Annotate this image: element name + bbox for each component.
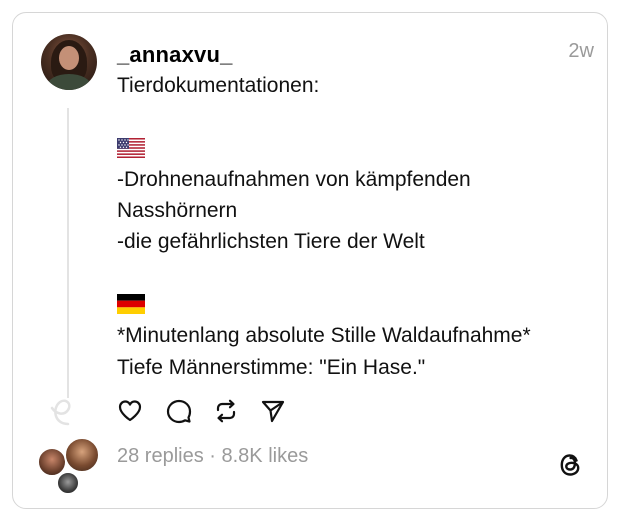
post-stats[interactable]: 28 replies · 8.8K likes xyxy=(117,445,308,468)
post-text: Tierdokumentationen: -Drohnenaufnahmen v… xyxy=(117,70,587,383)
post-line: -die gefährlichsten Tiere der Welt xyxy=(117,230,425,254)
repost-icon[interactable] xyxy=(213,398,239,424)
post-line: Tiefe Männerstimme: "Ein Hase." xyxy=(117,355,426,379)
post-line xyxy=(117,258,587,289)
threads-logo-icon xyxy=(560,454,580,476)
post-line xyxy=(117,101,587,132)
post-line: Nasshörnern xyxy=(117,199,238,223)
post-line: Tierdokumentationen: xyxy=(117,74,320,97)
post-line: *Minutenlang absolute Stille Waldaufnahm… xyxy=(117,324,531,348)
germany-flag-icon xyxy=(117,294,145,315)
post-line-flag xyxy=(117,133,587,164)
heart-icon[interactable] xyxy=(117,398,143,424)
replier-avatar[interactable] xyxy=(56,471,80,495)
thread-line xyxy=(67,108,69,398)
send-icon[interactable] xyxy=(260,398,286,424)
post-time: 2w xyxy=(568,40,594,62)
thread-loop-icon xyxy=(50,399,71,426)
username[interactable]: _annaxvu_ xyxy=(117,42,233,68)
post-line: -Drohnenaufnahmen von kämpfenden xyxy=(117,167,471,191)
author-avatar[interactable] xyxy=(41,34,97,90)
replier-avatar[interactable] xyxy=(64,437,100,473)
us-flag-icon xyxy=(117,137,145,158)
comment-icon[interactable] xyxy=(166,398,192,424)
post-line-flag xyxy=(117,289,587,320)
